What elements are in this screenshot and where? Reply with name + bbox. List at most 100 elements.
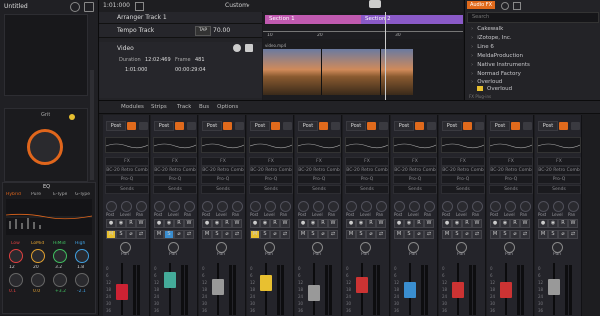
pan-send-knob[interactable] — [376, 201, 387, 212]
link-button[interactable]: ⇄ — [376, 230, 386, 239]
link-button[interactable]: ⇄ — [184, 230, 194, 239]
arm-button[interactable]: ⌀ — [270, 230, 280, 239]
level-knob[interactable] — [553, 201, 564, 212]
folder-icon[interactable] — [513, 2, 521, 10]
level-knob[interactable] — [457, 201, 468, 212]
post-button[interactable]: Post — [394, 121, 414, 131]
write-button[interactable]: W — [136, 219, 146, 228]
pan-send-knob[interactable] — [472, 201, 483, 212]
solo-button[interactable]: S — [548, 230, 558, 239]
write-button[interactable]: W — [520, 219, 530, 228]
link-button[interactable]: ⇄ — [424, 230, 434, 239]
eq-thumbnail[interactable] — [537, 137, 581, 153]
fx-slot-1[interactable]: BC-20 Retro Comb — [201, 166, 245, 175]
level-knob[interactable] — [121, 201, 132, 212]
input-echo-button[interactable]: ◉ — [116, 219, 126, 228]
solo-button[interactable]: S — [116, 230, 126, 239]
eq-thumbnail[interactable] — [297, 137, 341, 153]
fx-slot-1[interactable]: BC-20 Retro Comb — [153, 166, 197, 175]
link-button[interactable]: ⇄ — [328, 230, 338, 239]
eq-thumbnail[interactable] — [249, 137, 293, 153]
high-gain-knob[interactable] — [75, 273, 89, 287]
browser-item-normad[interactable]: Normad Factory — [471, 71, 521, 77]
fx-slot-1[interactable]: BC-20 Retro Comb — [393, 166, 437, 175]
power-icon[interactable] — [69, 114, 75, 120]
fx-slot-1[interactable]: BC-20 Retro Comb — [345, 166, 389, 175]
record-button[interactable]: ● — [538, 219, 548, 228]
read-button[interactable]: R — [510, 219, 520, 228]
fx-slot-header[interactable]: FX — [297, 157, 341, 166]
arm-button[interactable]: ⌀ — [126, 230, 136, 239]
input-echo-button[interactable]: ◉ — [164, 219, 174, 228]
fx-slot-2[interactable]: Pro-Q — [345, 175, 389, 184]
fx-slot-1[interactable]: BC-20 Retro Comb — [537, 166, 581, 175]
fader-cap[interactable] — [452, 282, 464, 298]
phase-icon[interactable] — [139, 122, 148, 130]
post-button[interactable]: Post — [250, 121, 270, 131]
phase-icon[interactable] — [187, 122, 196, 130]
record-button[interactable]: ● — [442, 219, 452, 228]
eq-mode-hybrid[interactable]: Hybrid — [6, 192, 21, 197]
fx-slot-header[interactable]: FX — [201, 157, 245, 166]
mute-button[interactable]: M — [298, 230, 308, 239]
eq-thumbnail[interactable] — [345, 137, 389, 153]
menu-track[interactable]: Track — [177, 104, 191, 110]
pan-send-knob[interactable] — [280, 201, 291, 212]
post-button[interactable]: Post — [298, 121, 318, 131]
fx-toggle-icon[interactable] — [511, 122, 520, 130]
fx-slot-2[interactable]: Pro-Q — [297, 175, 341, 184]
browser-item-ni[interactable]: Native Instruments — [471, 62, 530, 68]
sends-slot[interactable]: Sends — [201, 185, 245, 194]
record-button[interactable]: ● — [202, 219, 212, 228]
fader-track[interactable] — [169, 263, 171, 315]
mute-button[interactable]: M — [442, 230, 452, 239]
browser-item-izotope[interactable]: iZotope, Inc. — [471, 35, 511, 41]
write-button[interactable]: W — [472, 219, 482, 228]
fx-slot-2[interactable]: Pro-Q — [393, 175, 437, 184]
read-button[interactable]: R — [126, 219, 136, 228]
fx-slot-header[interactable]: FX — [441, 157, 485, 166]
send-knob[interactable] — [346, 201, 357, 212]
arm-button[interactable]: ⌀ — [318, 230, 328, 239]
link-button[interactable]: ⇄ — [280, 230, 290, 239]
record-button[interactable]: ● — [154, 219, 164, 228]
record-button[interactable]: ● — [346, 219, 356, 228]
pan-send-knob[interactable] — [184, 201, 195, 212]
read-button[interactable]: R — [558, 219, 568, 228]
post-button[interactable]: Post — [106, 121, 126, 131]
send-knob[interactable] — [442, 201, 453, 212]
solo-button[interactable]: S — [164, 230, 174, 239]
fader-cap[interactable] — [356, 276, 368, 293]
solo-button[interactable]: S — [260, 230, 270, 239]
send-knob[interactable] — [154, 201, 165, 212]
record-button[interactable]: ● — [490, 219, 500, 228]
eq-mode-gtype[interactable]: G-Type — [75, 192, 90, 197]
read-button[interactable]: R — [270, 219, 280, 228]
record-button[interactable]: ● — [394, 219, 404, 228]
send-knob[interactable] — [202, 201, 213, 212]
fader-cap[interactable] — [500, 282, 512, 298]
fx-slot-header[interactable]: FX — [105, 157, 149, 166]
low-gain-knob[interactable] — [9, 273, 23, 287]
eq-thumbnail[interactable] — [393, 137, 437, 153]
fx-toggle-icon[interactable] — [127, 122, 136, 130]
himid-freq-knob[interactable] — [53, 249, 67, 263]
write-button[interactable]: W — [280, 219, 290, 228]
browser-item-cakewalk[interactable]: Cakewalk — [471, 26, 503, 32]
sends-slot[interactable]: Sends — [393, 185, 437, 194]
fx-slot-2[interactable]: Pro-Q — [201, 175, 245, 184]
post-button[interactable]: Post — [154, 121, 174, 131]
lomid-gain-knob[interactable] — [31, 273, 45, 287]
read-button[interactable]: R — [318, 219, 328, 228]
arm-button[interactable]: ⌀ — [222, 230, 232, 239]
link-button[interactable]: ⇄ — [472, 230, 482, 239]
fx-slot-1[interactable]: BC-20 Retro Comb — [105, 166, 149, 175]
phase-icon[interactable] — [331, 122, 340, 130]
phase-icon[interactable] — [379, 122, 388, 130]
mute-button[interactable]: M — [394, 230, 404, 239]
fx-slot-2[interactable]: Pro-Q — [537, 175, 581, 184]
send-knob[interactable] — [538, 201, 549, 212]
input-echo-button[interactable]: ◉ — [500, 219, 510, 228]
fx-toggle-icon[interactable] — [415, 122, 424, 130]
fx-toggle-icon[interactable] — [559, 122, 568, 130]
